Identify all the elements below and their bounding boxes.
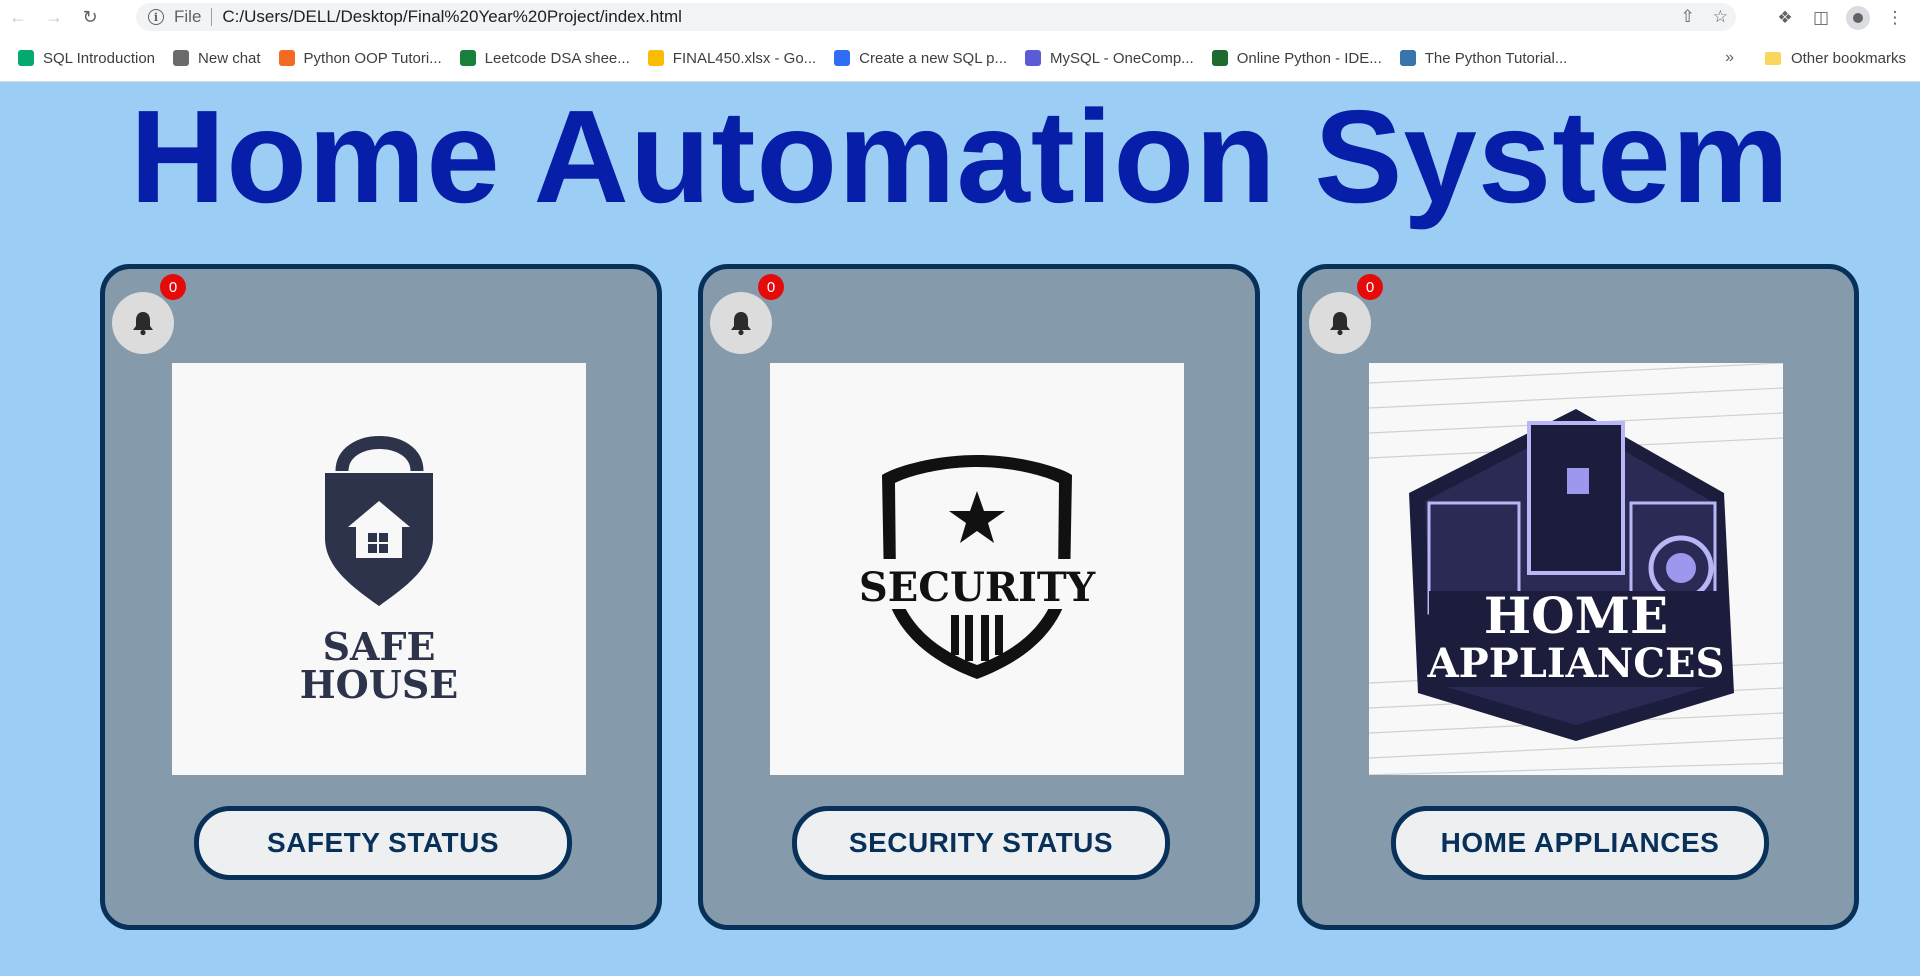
share-icon[interactable]: ⇧ bbox=[1681, 7, 1695, 27]
security-card: 0 SECURITY SECURITY STATUS bbox=[698, 264, 1260, 930]
notification-count-badge: 0 bbox=[758, 274, 784, 300]
security-status-button[interactable]: SECURITY STATUS bbox=[792, 806, 1170, 880]
info-icon[interactable]: i bbox=[148, 9, 164, 25]
openai-icon bbox=[173, 50, 190, 66]
bookmark-label: FINAL450.xlsx - Go... bbox=[672, 49, 817, 67]
safety-status-button[interactable]: SAFETY STATUS bbox=[194, 806, 572, 880]
security-shield-logo: SECURITY bbox=[770, 363, 1184, 775]
logo-text-appliances: APPLIANCES bbox=[1427, 640, 1725, 687]
notification-count-badge: 0 bbox=[1357, 274, 1383, 300]
code-icon bbox=[1025, 50, 1042, 66]
logo-text-security: SECURITY bbox=[859, 564, 1096, 611]
forward-arrow-icon[interactable]: → bbox=[36, 0, 72, 35]
url-scheme: File bbox=[174, 7, 202, 26]
bookmark-item[interactable]: MySQL - OneComp... bbox=[1025, 50, 1194, 67]
bell-icon bbox=[731, 312, 751, 336]
bookmark-item[interactable]: New chat bbox=[173, 50, 261, 67]
other-bookmarks-label: Other bookmarks bbox=[1790, 49, 1906, 67]
extensions-icon[interactable]: ❖ bbox=[1774, 8, 1796, 28]
blogger-icon bbox=[278, 50, 295, 66]
menu-kebab-icon[interactable]: ⋮ bbox=[1884, 8, 1906, 28]
logo-text-house: HOUSE bbox=[300, 662, 459, 707]
profile-avatar-icon[interactable] bbox=[1846, 5, 1870, 30]
notification-bell-button[interactable] bbox=[112, 292, 174, 354]
home-appliances-logo: HOME APPLIANCES bbox=[1369, 363, 1783, 775]
bookmark-item[interactable]: FINAL450.xlsx - Go... bbox=[647, 49, 817, 67]
bookmark-label: The Python Tutorial... bbox=[1424, 49, 1568, 67]
bookmark-item[interactable]: Python OOP Tutori... bbox=[278, 49, 442, 67]
bell-icon bbox=[1330, 312, 1350, 336]
bookmark-label: MySQL - OneComp... bbox=[1050, 49, 1194, 67]
drive-icon bbox=[647, 50, 664, 66]
reload-icon[interactable]: ↻ bbox=[72, 0, 108, 35]
python-icon bbox=[1399, 50, 1416, 66]
folder-icon bbox=[1764, 51, 1781, 65]
w3schools-icon bbox=[18, 50, 34, 66]
bookmark-item[interactable]: SQL Introduction bbox=[18, 50, 155, 67]
notification-bell-button[interactable] bbox=[1309, 292, 1371, 354]
bookmark-label: Online Python - IDE... bbox=[1236, 49, 1382, 67]
bookmark-item[interactable]: Leetcode DSA shee... bbox=[459, 49, 630, 67]
bookmark-label: Python OOP Tutori... bbox=[303, 49, 442, 67]
appliances-card: 0 HOME APPLIANCES HOME APPLIANCES bbox=[1297, 264, 1859, 930]
bookmark-label: Leetcode DSA shee... bbox=[484, 49, 630, 67]
other-bookmarks-folder[interactable]: Other bookmarks bbox=[1764, 49, 1906, 67]
bookmark-item[interactable]: Create a new SQL p... bbox=[834, 50, 1007, 67]
safe-house-logo: SAFE HOUSE bbox=[172, 363, 586, 775]
safety-card: 0 SAFE HOUSE SAFETY STATUS bbox=[100, 264, 662, 930]
bookmark-item[interactable]: The Python Tutorial... bbox=[1399, 49, 1568, 67]
bookmark-label: New chat bbox=[198, 49, 261, 67]
home-appliances-button[interactable]: HOME APPLIANCES bbox=[1391, 806, 1769, 880]
notification-bell-button[interactable] bbox=[710, 292, 772, 354]
browser-toolbar: ← → ↻ i File C:/Users/DELL/Desktop/Final… bbox=[0, 0, 1920, 35]
star-icon[interactable]: ☆ bbox=[1713, 7, 1728, 27]
bell-icon bbox=[133, 312, 153, 336]
bookmark-item[interactable]: Online Python - IDE... bbox=[1211, 49, 1382, 67]
sheets-icon bbox=[459, 50, 476, 66]
address-bar[interactable]: i File C:/Users/DELL/Desktop/Final%20Yea… bbox=[136, 3, 1736, 31]
dropbox-icon bbox=[834, 50, 851, 66]
bookmark-label: Create a new SQL p... bbox=[859, 49, 1008, 67]
url-separator bbox=[211, 8, 213, 26]
logo-text-home: HOME bbox=[1484, 586, 1668, 645]
url-text[interactable]: C:/Users/DELL/Desktop/Final%20Year%20Pro… bbox=[222, 7, 682, 27]
bookmark-label: SQL Introduction bbox=[43, 49, 156, 67]
back-arrow-icon[interactable]: ← bbox=[0, 0, 36, 35]
page-title: Home Automation System bbox=[129, 83, 1790, 230]
side-panel-icon[interactable]: ◫ bbox=[1810, 8, 1832, 28]
shield-icon bbox=[1211, 50, 1228, 66]
bookmarks-bar: SQL Introduction New chat Python OOP Tutor… bbox=[0, 35, 1920, 82]
bookmarks-overflow-icon[interactable]: » bbox=[1725, 49, 1734, 67]
notification-count-badge: 0 bbox=[160, 274, 186, 300]
